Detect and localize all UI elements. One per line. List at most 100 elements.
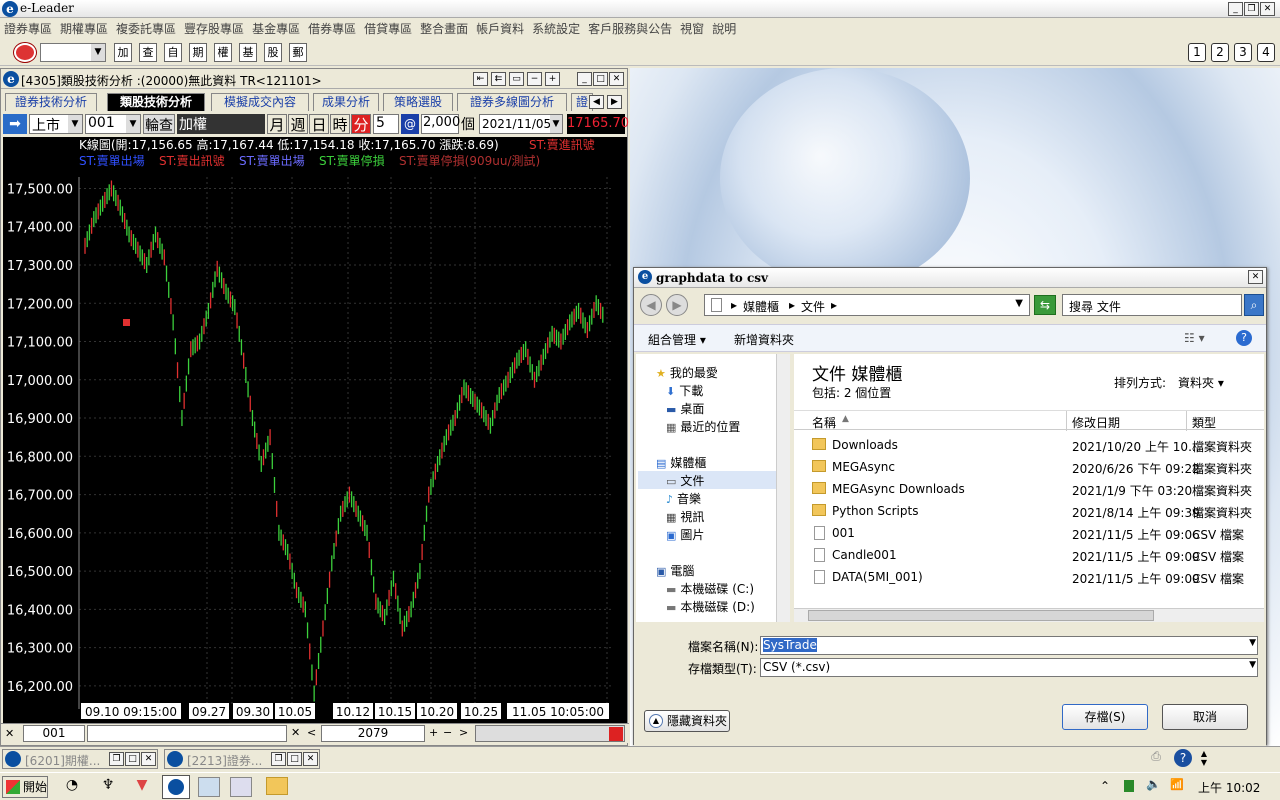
at-button[interactable]: @: [401, 114, 419, 134]
explorer-task-icon[interactable]: [266, 777, 288, 795]
file-row[interactable]: DATA(5MI_001) 2021/11/5 上午 09:09 CSV 檔案: [794, 566, 1264, 588]
period-1[interactable]: 週: [288, 114, 308, 134]
restore-icon[interactable]: ❐: [1244, 2, 1259, 16]
menu-item-6[interactable]: 借貸專區: [360, 18, 416, 39]
tab-4[interactable]: 策略選股: [383, 93, 453, 111]
toolbar-icon-6[interactable]: 股: [264, 43, 282, 62]
tab-2[interactable]: 模擬成交內容: [211, 93, 309, 111]
help-icon[interactable]: ?: [1236, 330, 1252, 346]
file-row[interactable]: MEGAsync Downloads 2021/1/9 下午 03:20 檔案資料夾: [794, 478, 1264, 500]
toolbar-icon-3[interactable]: 期: [189, 43, 207, 62]
file-row[interactable]: Python Scripts 2021/8/14 上午 09:39 檔案資料夾: [794, 500, 1264, 522]
monitor-task-icon[interactable]: [230, 777, 252, 797]
close-small-icon-2[interactable]: ✕: [291, 726, 300, 739]
nav-favorites[interactable]: ★ 我的最愛: [656, 364, 718, 381]
minus-icon[interactable]: −: [443, 726, 452, 739]
menu-item-0[interactable]: 證券專區: [0, 18, 56, 39]
menu-item-9[interactable]: 系統設定: [528, 18, 584, 39]
toolbar-combo[interactable]: ▼: [40, 43, 106, 62]
close-icon[interactable]: ✕: [1260, 2, 1275, 16]
col-date[interactable]: 修改日期: [1072, 414, 1120, 431]
plus-icon[interactable]: +: [429, 726, 438, 739]
menu-item-12[interactable]: 說明: [708, 18, 740, 39]
nav-fav-0[interactable]: ⬇ 下載: [666, 382, 703, 399]
period-4[interactable]: 分: [351, 114, 371, 134]
code-input[interactable]: 001 ▼: [85, 114, 141, 134]
eleader-task-icon[interactable]: [162, 775, 190, 799]
forward-icon[interactable]: ▶: [666, 294, 688, 316]
print-icon[interactable]: ▭: [509, 72, 524, 86]
address-dropdown-icon[interactable]: ▼: [1015, 298, 1023, 309]
close-small-icon[interactable]: ✕: [5, 727, 14, 740]
nav-lib-0[interactable]: ▭ 文件: [666, 472, 704, 489]
menu-item-3[interactable]: 豐存股專區: [180, 18, 248, 39]
path-docs[interactable]: 文件: [801, 298, 825, 315]
tab-left-icon[interactable]: ◀: [589, 95, 604, 109]
menu-item-2[interactable]: 複委託專區: [112, 18, 180, 39]
workspace-button-1[interactable]: 1: [1188, 43, 1206, 62]
path-library[interactable]: 媒體櫃: [743, 298, 779, 315]
delete-tool-icon[interactable]: [609, 727, 623, 741]
printer-icon[interactable]: ⎙: [1146, 749, 1166, 767]
link-icon[interactable]: ⇇: [491, 72, 506, 86]
drawing-tools[interactable]: [475, 725, 625, 742]
period-3[interactable]: 時: [330, 114, 350, 134]
organize-button[interactable]: 組合管理 ▾: [648, 331, 706, 348]
tab-0[interactable]: 證券技術分析: [5, 93, 97, 111]
save-button[interactable]: 存檔(S): [1062, 704, 1148, 730]
child-min-icon[interactable]: _: [577, 72, 592, 86]
nav-fav-2[interactable]: ▦ 最近的位置: [666, 418, 740, 435]
menu-item-1[interactable]: 期權專區: [56, 18, 112, 39]
workspace-button-2[interactable]: 2: [1211, 43, 1229, 62]
nav-lib-2[interactable]: ▦ 視訊: [666, 508, 704, 525]
menu-item-7[interactable]: 整合畫面: [416, 18, 472, 39]
toolbar-icon-7[interactable]: 郵: [289, 43, 307, 62]
sort-select[interactable]: 資料夾 ▾: [1178, 374, 1224, 391]
file-row[interactable]: Downloads 2021/10/20 上午 10... 檔案資料夾: [794, 434, 1264, 456]
market-select[interactable]: 上市 ▼: [29, 114, 83, 134]
file-hscroll[interactable]: [794, 608, 1264, 622]
updown-icon[interactable]: ▲ ▼: [1198, 749, 1210, 767]
window-task-icon[interactable]: [198, 777, 220, 797]
view-icon[interactable]: ☷ ▾: [1184, 331, 1205, 345]
zoom-out-icon[interactable]: −: [527, 72, 542, 86]
new-folder-button[interactable]: 新增資料夾: [734, 331, 794, 348]
date-input[interactable]: 2021/11/05 ▼: [479, 114, 563, 134]
child-close-icon[interactable]: ✕: [609, 72, 624, 86]
filetype-select[interactable]: CSV (*.csv) ▼: [760, 658, 1258, 677]
nav-computer[interactable]: ▣ 電腦: [656, 562, 694, 579]
start-button[interactable]: 開始: [2, 776, 48, 798]
address-bar[interactable]: ▸ 媒體櫃 ▸ 文件 ▸ ▼: [704, 294, 1030, 316]
refresh-icon[interactable]: ⇆: [1034, 295, 1056, 315]
menu-item-4[interactable]: 基金專區: [248, 18, 304, 39]
menu-item-10[interactable]: 客戶服務與公告: [584, 18, 676, 39]
kline-chart[interactable]: 17,500.00 17,400.00 17,300.00 17,200.00 17,1…: [3, 137, 627, 727]
help-circle-icon[interactable]: ?: [1174, 749, 1192, 767]
file-row[interactable]: Candle001 2021/11/5 上午 09:09 CSV 檔案: [794, 544, 1264, 566]
bar-count[interactable]: 2079: [321, 725, 425, 742]
nav-library[interactable]: ▤ 媒體櫃: [656, 454, 706, 471]
col-type[interactable]: 類型: [1192, 414, 1216, 431]
tab-5[interactable]: 證券多線圖分析: [457, 93, 567, 111]
menu-item-8[interactable]: 帳戶資料: [472, 18, 528, 39]
file-row[interactable]: 001 2021/11/5 上午 09:06 CSV 檔案: [794, 522, 1264, 544]
layout-icon[interactable]: ⇤: [473, 72, 488, 86]
search-input[interactable]: 搜尋 文件: [1062, 294, 1242, 316]
toolbar-icon-5[interactable]: 基: [239, 43, 257, 62]
mdi-item-2213[interactable]: [2213]證券... ❐ □ ✕: [164, 749, 320, 769]
nav-drive-0[interactable]: ▬ 本機磁碟 (C:): [666, 580, 754, 597]
cancel-button[interactable]: 取消: [1162, 704, 1248, 730]
nav-lib-3[interactable]: ▣ 圖片: [666, 526, 704, 543]
period-0[interactable]: 月: [267, 114, 287, 134]
nav-lib-1[interactable]: ♪ 音樂: [666, 490, 701, 507]
tray-app-icon[interactable]: [1124, 780, 1134, 792]
minimize-icon[interactable]: _: [1228, 2, 1243, 16]
bottom-code[interactable]: 001: [23, 725, 85, 742]
count-input[interactable]: 2,000: [421, 114, 460, 134]
period-2[interactable]: 日: [309, 114, 329, 134]
clock-app-icon[interactable]: ◔: [60, 777, 84, 797]
child-max-icon[interactable]: □: [593, 72, 608, 86]
tab-right-icon[interactable]: ▶: [607, 95, 622, 109]
zoom-in-icon[interactable]: +: [545, 72, 560, 86]
toolbar-icon-0[interactable]: 加: [114, 43, 132, 62]
